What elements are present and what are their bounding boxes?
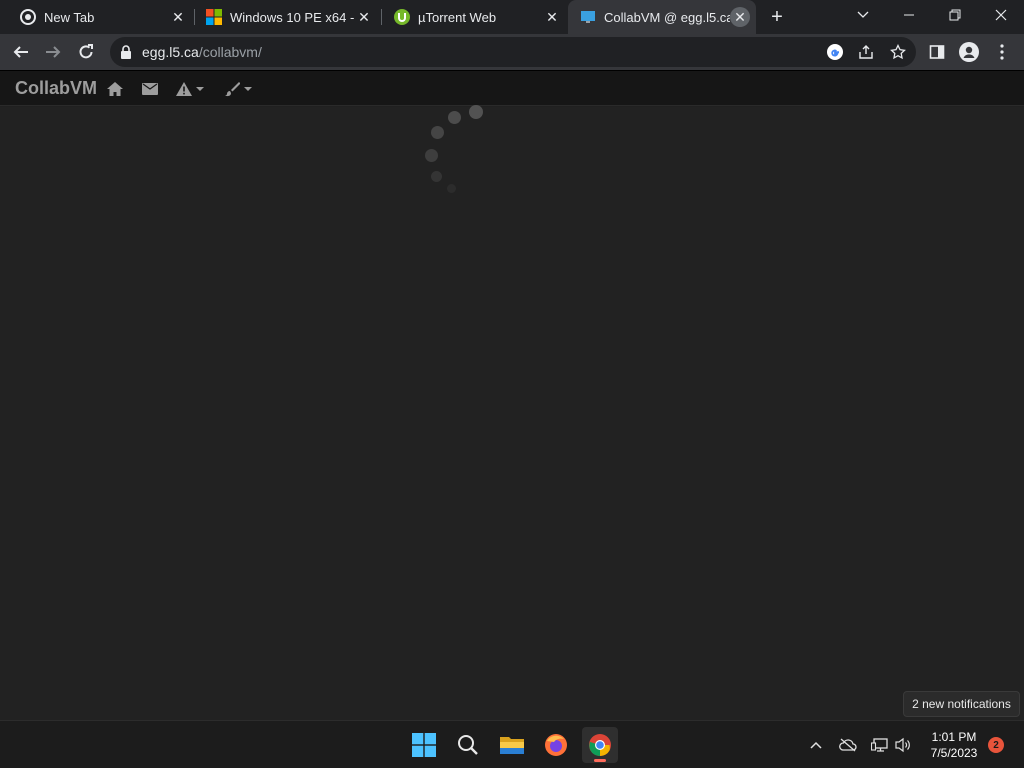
collabvm-navbar: CollabVM — [0, 71, 1024, 106]
address-bar[interactable]: egg.l5.ca/collabvm/ — [110, 37, 916, 67]
restore-icon — [949, 9, 961, 21]
close-window-button[interactable] — [978, 0, 1024, 30]
utorrent-icon — [394, 9, 410, 25]
notification-badge[interactable]: 2 — [988, 737, 1004, 753]
cloud-off-icon — [839, 738, 857, 752]
spinner-dot — [425, 149, 438, 162]
chrome-icon — [20, 9, 36, 25]
browser-toolbar: egg.l5.ca/collabvm/ — [0, 34, 1024, 71]
warning-icon — [176, 82, 192, 96]
tab-title: New Tab — [44, 9, 95, 25]
close-tab-icon[interactable]: ✕ — [354, 7, 374, 27]
clock[interactable]: 1:01 PM 7/5/2023 — [920, 729, 988, 761]
tab-new-tab[interactable]: New Tab ✕ — [0, 0, 194, 34]
spinner-dot — [431, 126, 444, 139]
back-button[interactable] — [6, 37, 36, 67]
arrow-right-icon — [46, 46, 61, 58]
envelope-icon — [142, 83, 158, 95]
close-tab-icon[interactable]: ✕ — [168, 7, 188, 27]
firefox-button[interactable] — [538, 727, 574, 763]
side-panel-icon — [929, 45, 945, 59]
close-icon — [995, 9, 1007, 21]
google-lens-button[interactable] — [824, 42, 846, 62]
brush-icon — [225, 82, 240, 97]
firefox-icon — [545, 734, 567, 756]
tab-title: CollabVM @ egg.l5.ca — [604, 9, 730, 25]
side-panel-button[interactable] — [922, 37, 952, 67]
minimize-button[interactable] — [886, 0, 932, 30]
onedrive-button[interactable] — [838, 735, 858, 755]
tab-strip: New Tab ✕ Windows 10 PE x64 - x ✕ µTorre… — [0, 0, 1024, 34]
chevron-up-icon — [810, 741, 822, 749]
tab-title: Windows 10 PE x64 - x — [230, 9, 354, 25]
vm-viewport[interactable] — [0, 107, 1024, 720]
avatar-icon — [959, 42, 979, 62]
restore-button[interactable] — [932, 0, 978, 30]
brand-logo[interactable]: CollabVM — [15, 78, 97, 99]
profile-button[interactable] — [954, 37, 984, 67]
reload-icon — [79, 44, 93, 59]
spinner-dot — [469, 105, 483, 119]
spinner-dot — [431, 171, 442, 182]
tab-title: µTorrent Web — [418, 9, 497, 25]
reload-button[interactable] — [71, 37, 101, 67]
forward-button[interactable] — [38, 37, 68, 67]
home-button[interactable] — [106, 79, 124, 99]
url-text: egg.l5.ca/collabvm/ — [142, 44, 262, 60]
spinner-dot — [447, 184, 456, 193]
notification-toast[interactable]: 2 new notifications — [903, 691, 1020, 717]
clock-time: 1:01 PM — [931, 730, 977, 744]
tab-collabvm[interactable]: CollabVM @ egg.l5.ca ✕ — [568, 0, 756, 34]
taskbar: 1:01 PM 7/5/2023 2 — [0, 720, 1024, 768]
menu-button[interactable] — [987, 37, 1017, 67]
taskbar-search-button[interactable] — [450, 727, 486, 763]
active-app-indicator — [594, 759, 606, 762]
chrome-taskbar-button[interactable] — [582, 727, 618, 763]
show-hidden-icons-button[interactable] — [806, 735, 826, 755]
clock-date: 7/5/2023 — [930, 746, 978, 760]
share-button[interactable] — [855, 42, 877, 62]
volume-button[interactable] — [893, 735, 913, 755]
tab-utorrent[interactable]: µTorrent Web ✕ — [374, 0, 568, 34]
close-tab-icon[interactable]: ✕ — [542, 7, 562, 27]
bookmark-button[interactable] — [887, 42, 909, 62]
file-explorer-button[interactable] — [494, 727, 530, 763]
tab-windows-pe[interactable]: Windows 10 PE x64 - x ✕ — [186, 0, 380, 34]
arrow-left-icon — [13, 46, 28, 58]
kebab-menu-icon — [1000, 44, 1004, 60]
speaker-icon — [895, 737, 910, 753]
url-host: egg.l5.ca — [142, 44, 199, 60]
close-tab-icon[interactable]: ✕ — [730, 7, 750, 27]
theme-dropdown[interactable] — [224, 79, 252, 99]
url-path: /collabvm/ — [198, 44, 262, 60]
star-icon — [890, 44, 906, 60]
caret-down-icon — [244, 87, 252, 91]
start-button[interactable] — [406, 727, 442, 763]
alert-dropdown[interactable] — [176, 79, 204, 99]
tab-search-button[interactable] — [840, 0, 886, 30]
lock-icon[interactable] — [120, 45, 132, 59]
home-icon — [107, 82, 123, 96]
minimize-icon — [904, 14, 914, 16]
loading-spinner — [420, 103, 490, 193]
start-icon — [412, 733, 436, 757]
network-icon — [871, 738, 888, 752]
chrome-icon — [589, 734, 611, 756]
new-tab-button[interactable]: + — [764, 5, 790, 29]
file-explorer-icon — [500, 737, 524, 754]
windows-logo-icon — [206, 9, 222, 25]
spinner-dot — [448, 111, 461, 124]
caret-down-icon — [196, 87, 204, 91]
search-icon — [458, 735, 478, 755]
google-icon — [827, 44, 843, 60]
chat-button[interactable] — [142, 79, 158, 99]
chevron-down-icon — [857, 11, 869, 18]
share-icon — [859, 45, 873, 59]
monitor-icon — [580, 9, 596, 25]
network-button[interactable] — [870, 735, 890, 755]
